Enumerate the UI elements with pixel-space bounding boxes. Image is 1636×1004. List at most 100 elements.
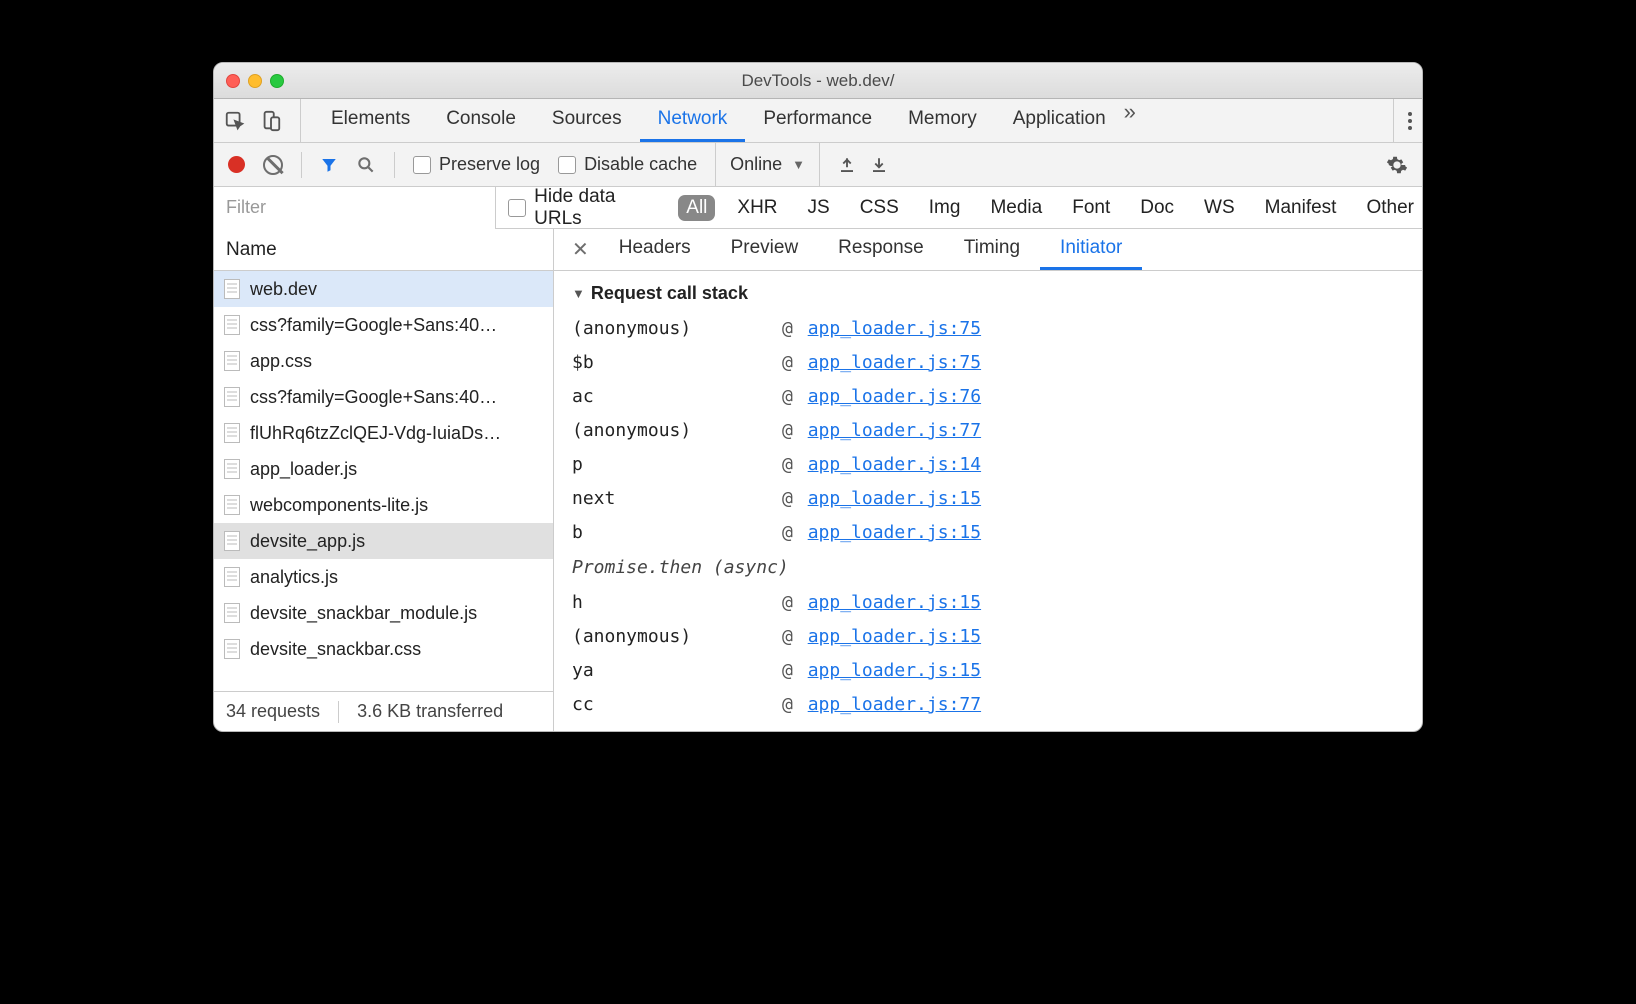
filter-type-manifest[interactable]: Manifest [1257, 195, 1345, 221]
at-symbol: @ [782, 352, 804, 373]
request-row[interactable]: css?family=Google+Sans:40… [214, 379, 553, 415]
record-button[interactable] [228, 156, 245, 173]
tab-application[interactable]: Application [995, 99, 1124, 142]
clear-button[interactable] [263, 155, 283, 175]
filter-type-other[interactable]: Other [1358, 195, 1422, 221]
settings-menu-icon[interactable] [1408, 112, 1412, 130]
document-icon [224, 315, 240, 335]
network-toolbar: Preserve log Disable cache Online ▼ [214, 143, 1422, 187]
request-detail-pane: ✕ HeadersPreviewResponseTimingInitiator … [554, 229, 1422, 731]
request-name: devsite_snackbar.css [250, 639, 421, 660]
filter-type-css[interactable]: CSS [852, 195, 907, 221]
disable-cache-checkbox[interactable]: Disable cache [558, 154, 697, 175]
source-link[interactable]: app_loader.js:76 [808, 386, 981, 407]
filter-type-xhr[interactable]: XHR [729, 195, 785, 221]
source-link[interactable]: app_loader.js:15 [808, 592, 981, 613]
request-row[interactable]: webcomponents-lite.js [214, 487, 553, 523]
tab-memory[interactable]: Memory [890, 99, 995, 142]
inspect-element-icon[interactable] [224, 110, 246, 132]
titlebar: DevTools - web.dev/ [214, 63, 1422, 99]
tab-performance[interactable]: Performance [745, 99, 890, 142]
chevron-down-icon: ▼ [792, 157, 805, 172]
stack-frame: h@ app_loader.js:15 [572, 586, 1404, 620]
request-name: devsite_snackbar_module.js [250, 603, 477, 624]
detail-tab-preview[interactable]: Preview [711, 229, 819, 270]
document-icon [224, 423, 240, 443]
request-name: flUhRq6tzZclQEJ-Vdg-IuiaDs… [250, 423, 501, 444]
at-symbol: @ [782, 626, 804, 647]
search-icon[interactable] [356, 155, 376, 175]
tab-console[interactable]: Console [428, 99, 534, 142]
hide-data-urls-checkbox[interactable]: Hide data URLs [508, 186, 666, 230]
stack-frame: cc@ app_loader.js:77 [572, 688, 1404, 722]
disclosure-triangle-icon[interactable]: ▼ [572, 286, 585, 301]
at-symbol: @ [782, 386, 804, 407]
throttling-select[interactable]: Online ▼ [715, 143, 820, 186]
source-link[interactable]: app_loader.js:75 [808, 352, 981, 373]
at-symbol: @ [782, 660, 804, 681]
zoom-window-button[interactable] [270, 74, 284, 88]
filter-type-font[interactable]: Font [1064, 195, 1118, 221]
source-link[interactable]: app_loader.js:15 [808, 488, 981, 509]
request-row[interactable]: flUhRq6tzZclQEJ-Vdg-IuiaDs… [214, 415, 553, 451]
source-link[interactable]: app_loader.js:15 [808, 522, 981, 543]
tab-sources[interactable]: Sources [534, 99, 640, 142]
request-list-pane: Name web.devcss?family=Google+Sans:40…ap… [214, 229, 554, 731]
name-column-header[interactable]: Name [214, 229, 553, 271]
export-har-icon[interactable] [870, 156, 888, 174]
device-toggle-icon[interactable] [260, 110, 282, 132]
network-settings-icon[interactable] [1386, 154, 1408, 176]
content-area: Name web.devcss?family=Google+Sans:40…ap… [214, 229, 1422, 731]
tab-network[interactable]: Network [640, 99, 746, 142]
filter-toggle-icon[interactable] [320, 156, 338, 174]
source-link[interactable]: app_loader.js:15 [808, 660, 981, 681]
status-bar: 34 requests 3.6 KB transferred [214, 691, 553, 731]
stack-function: ya [572, 654, 782, 688]
request-row[interactable]: devsite_snackbar.css [214, 631, 553, 667]
source-link[interactable]: app_loader.js:14 [808, 454, 981, 475]
document-icon [224, 459, 240, 479]
request-row[interactable]: app.css [214, 343, 553, 379]
close-detail-icon[interactable]: ✕ [562, 229, 599, 270]
request-row[interactable]: css?family=Google+Sans:40… [214, 307, 553, 343]
more-tabs-icon[interactable]: » [1124, 99, 1136, 142]
source-link[interactable]: app_loader.js:75 [808, 318, 981, 339]
request-row[interactable]: web.dev [214, 271, 553, 307]
at-symbol: @ [782, 454, 804, 475]
request-name: app_loader.js [250, 459, 357, 480]
request-row[interactable]: devsite_app.js [214, 523, 553, 559]
minimize-window-button[interactable] [248, 74, 262, 88]
filter-type-doc[interactable]: Doc [1132, 195, 1182, 221]
preserve-log-checkbox[interactable]: Preserve log [413, 154, 540, 175]
request-list: web.devcss?family=Google+Sans:40…app.css… [214, 271, 553, 691]
detail-tab-headers[interactable]: Headers [599, 229, 711, 270]
source-link[interactable]: app_loader.js:77 [808, 694, 981, 715]
at-symbol: @ [782, 522, 804, 543]
filter-type-img[interactable]: Img [921, 195, 969, 221]
filter-type-all[interactable]: All [678, 195, 715, 221]
filter-input[interactable] [214, 187, 496, 229]
detail-tab-initiator[interactable]: Initiator [1040, 229, 1142, 270]
detail-tab-response[interactable]: Response [818, 229, 944, 270]
filter-type-js[interactable]: JS [800, 195, 838, 221]
tab-elements[interactable]: Elements [313, 99, 428, 142]
import-har-icon[interactable] [838, 156, 856, 174]
request-name: css?family=Google+Sans:40… [250, 387, 497, 408]
divider [301, 152, 302, 178]
stack-frame: p@ app_loader.js:14 [572, 448, 1404, 482]
transferred-size: 3.6 KB transferred [357, 701, 503, 722]
stack-function: cc [572, 688, 782, 722]
filter-type-media[interactable]: Media [982, 195, 1050, 221]
detail-tab-timing[interactable]: Timing [944, 229, 1040, 270]
at-symbol: @ [782, 420, 804, 441]
filter-type-ws[interactable]: WS [1196, 195, 1243, 221]
source-link[interactable]: app_loader.js:77 [808, 420, 981, 441]
throttling-value: Online [730, 154, 782, 175]
request-row[interactable]: app_loader.js [214, 451, 553, 487]
at-symbol: @ [782, 488, 804, 509]
source-link[interactable]: app_loader.js:15 [808, 626, 981, 647]
document-icon [224, 603, 240, 623]
close-window-button[interactable] [226, 74, 240, 88]
request-row[interactable]: devsite_snackbar_module.js [214, 595, 553, 631]
request-row[interactable]: analytics.js [214, 559, 553, 595]
